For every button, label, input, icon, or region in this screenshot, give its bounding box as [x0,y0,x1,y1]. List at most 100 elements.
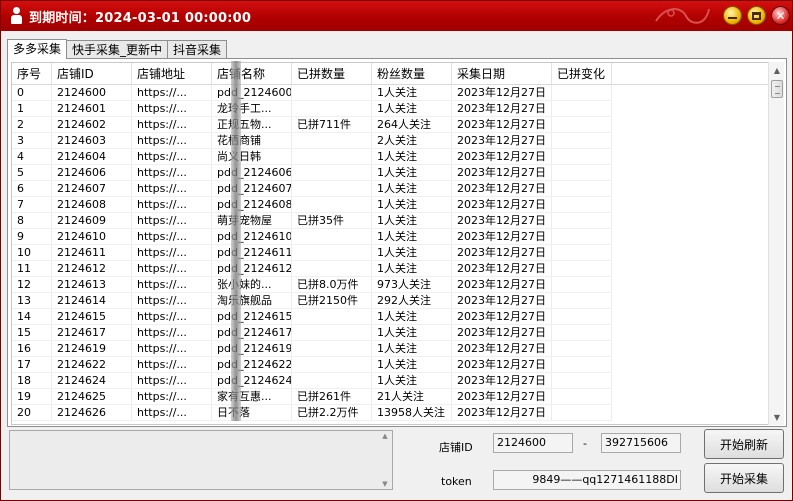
cell-col-change [552,325,612,341]
cell-col-group-count [292,165,372,181]
header-col-fans[interactable]: 粉丝数量 [372,63,452,84]
tab-panel: 序号 店铺ID 店铺地址 店铺名称 已拼数量 粉丝数量 采集日期 已拼变化 0 2124600 h… [7,58,787,427]
cell-col-group-count: 已拼711件 [292,117,372,133]
cell-col-shop-id: 2124603 [52,133,132,149]
tab-duoduo[interactable]: 多多采集 [7,39,68,59]
cell-col-shop-name: pdd_2124612 [212,261,292,277]
cell-col-change [552,229,612,245]
header-col-change[interactable]: 已拼变化 [552,63,612,84]
shop-table[interactable]: 序号 店铺ID 店铺地址 店铺名称 已拼数量 粉丝数量 采集日期 已拼变化 0 2124600 h… [11,62,771,425]
cell-col-date: 2023年12月27日 [452,197,552,213]
cell-col-shop-url: https://... [132,133,212,149]
title-bar[interactable]: 到期时间：2024-03-01 00:00:00 ✕ [1,1,792,31]
log-textarea[interactable]: ▲ ▼ [9,430,393,490]
cell-col-index: 5 [12,165,52,181]
cell-col-shop-id: 2124615 [52,309,132,325]
token-input[interactable]: 9849——qq1271461188DI [493,470,681,490]
table-row[interactable]: 2 2124602 https://... 正规五物... 已拼711件 264人关注 20… [12,117,770,133]
maximize-button[interactable] [747,6,766,25]
cell-col-group-count [292,133,372,149]
table-row[interactable]: 11 2124612 https://... pdd_2124612 1人关注 2023年… [12,261,770,277]
cell-col-fans: 1人关注 [372,229,452,245]
cell-col-date: 2023年12月27日 [452,165,552,181]
cell-col-shop-name: pdd_2124615 [212,309,292,325]
cell-col-group-count [292,197,372,213]
tab-kuaishou[interactable]: 快手采集_更新中 [66,40,169,59]
shop-id-from-input[interactable]: 2124600 [493,433,573,453]
cell-col-change [552,197,612,213]
table-row[interactable]: 10 2124611 https://... pdd_2124611 1人关注 2023年… [12,245,770,261]
header-col-shop-name[interactable]: 店铺名称 [212,63,292,84]
cell-col-shop-name: 龙玲手工... [212,101,292,117]
cell-col-group-count [292,341,372,357]
cell-col-date: 2023年12月27日 [452,325,552,341]
scroll-thumb[interactable] [771,80,783,98]
cell-col-group-count [292,261,372,277]
cell-col-shop-id: 2124619 [52,341,132,357]
tab-douyin[interactable]: 抖音采集 [167,40,228,59]
table-header: 序号 店铺ID 店铺地址 店铺名称 已拼数量 粉丝数量 采集日期 已拼变化 [12,63,770,85]
table-row[interactable]: 19 2124625 https://... 家有互惠... 已拼261件 21人关注 20… [12,389,770,405]
cell-col-change [552,149,612,165]
table-row[interactable]: 15 2124617 https://... pdd_2124617 1人关注 2023年… [12,325,770,341]
table-row[interactable]: 14 2124615 https://... pdd_2124615 1人关注 2023年… [12,309,770,325]
cell-col-index: 10 [12,245,52,261]
cell-col-shop-id: 2124601 [52,101,132,117]
scroll-up-icon[interactable]: ▲ [769,62,785,78]
log-scrollbar[interactable]: ▲ ▼ [379,432,391,488]
cell-col-shop-url: https://... [132,229,212,245]
minimize-button[interactable] [723,6,742,25]
table-row[interactable]: 1 2124601 https://... 龙玲手工... 1人关注 2023年12月27… [12,101,770,117]
table-row[interactable]: 6 2124607 https://... pdd_2124607 1人关注 2023年1… [12,181,770,197]
cell-col-index: 15 [12,325,52,341]
shop-id-to-input[interactable]: 392715606 [601,433,681,453]
table-row[interactable]: 12 2124613 https://... 张小妹的... 已拼8.0万件 973人关注… [12,277,770,293]
start-collect-button[interactable]: 开始采集 [704,463,784,493]
swirl-decoration-icon [655,8,710,24]
cell-col-group-count [292,85,372,101]
cell-col-change [552,277,612,293]
scroll-down-icon[interactable]: ▼ [769,409,785,425]
header-col-group-count[interactable]: 已拼数量 [292,63,372,84]
table-vertical-scrollbar[interactable]: ▲ ▼ [768,62,784,425]
cell-col-group-count [292,181,372,197]
table-row[interactable]: 17 2124622 https://... pdd_2124622 1人关注 2023年… [12,357,770,373]
close-button[interactable]: ✕ [771,6,790,25]
header-col-index[interactable]: 序号 [12,63,52,84]
table-row[interactable]: 42124604https://...尚义日韩 1人关注2023年12月27日 [12,149,770,165]
table-row[interactable]: 202124626https://...日不落已拼2.2万件13958人关注20… [12,405,770,421]
cell-col-fans: 1人关注 [372,101,452,117]
table-body: 0 2124600 https://... pdd_2124600 1人关注 2023年1… [12,85,770,421]
table-row[interactable]: 13 2124614 https://... 淘乐旗舰品 已拼2150件 292人关注 20… [12,293,770,309]
cell-col-shop-url: https://... [132,117,212,133]
cell-col-index: 11 [12,261,52,277]
cell-col-index: 2 [12,117,52,133]
cell-col-shop-name: pdd_2124619 [212,341,292,357]
cell-col-group-count [292,229,372,245]
header-col-shop-id[interactable]: 店铺ID [52,63,132,84]
cell-col-shop-id: 2124600 [52,85,132,101]
cell-col-date: 2023年12月27日 [452,149,552,165]
cell-col-index: 13 [12,293,52,309]
table-row[interactable]: 5 2124606 https://... pdd_2124606 1人关注 2023年1… [12,165,770,181]
cell-col-shop-name: 日不落 [212,405,292,421]
header-col-date[interactable]: 采集日期 [452,63,552,84]
table-row[interactable]: 9 2124610 https://... pdd_2124610 1人关注 2023年1… [12,229,770,245]
cell-col-group-count: 已拼2150件 [292,293,372,309]
table-row[interactable]: 16 2124619 https://... pdd_2124619 1人关注 2023年… [12,341,770,357]
cell-col-group-count [292,325,372,341]
table-row[interactable]: 18 2124624 https://... pdd_2124624 1人关注 2023年… [12,373,770,389]
cell-col-fans: 2人关注 [372,133,452,149]
table-row[interactable]: 32124603https://...花栖商铺 2人关注2023年12月27日 [12,133,770,149]
table-row[interactable]: 0 2124600 https://... pdd_2124600 1人关注 2023年1… [12,85,770,101]
cell-col-fans: 1人关注 [372,309,452,325]
cell-col-fans: 1人关注 [372,357,452,373]
table-row[interactable]: 8 2124609 https://... 萌芽宠物屋 已拼35件 1人关注 2023年12… [12,213,770,229]
header-col-shop-url[interactable]: 店铺地址 [132,63,212,84]
cell-col-shop-id: 2124604 [52,149,132,165]
cell-col-fans: 1人关注 [372,149,452,165]
start-refresh-button[interactable]: 开始刷新 [704,429,784,459]
cell-col-group-count: 已拼261件 [292,389,372,405]
cell-col-shop-url: https://... [132,405,212,421]
table-row[interactable]: 7 2124608 https://... pdd_2124608 1人关注 2023年1… [12,197,770,213]
